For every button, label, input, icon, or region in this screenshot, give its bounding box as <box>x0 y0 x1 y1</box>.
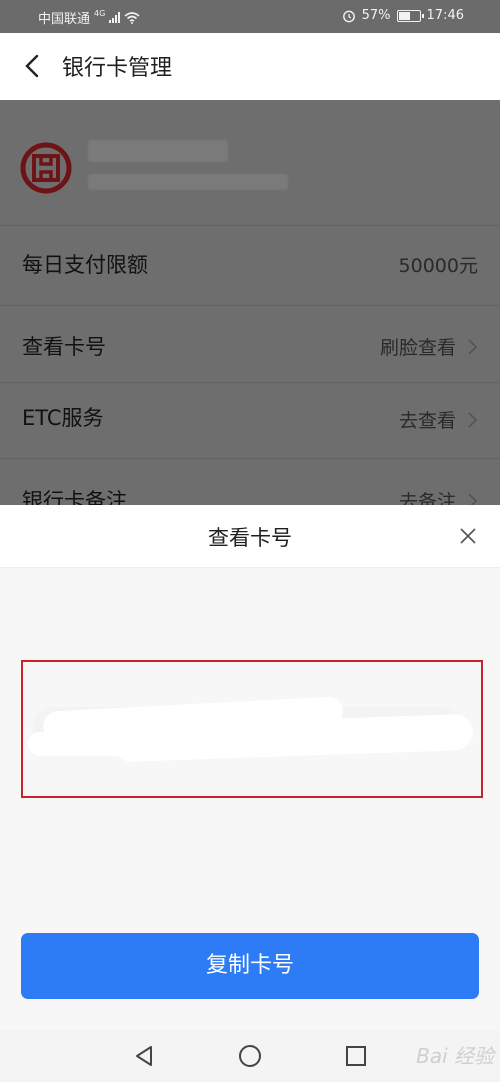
row-view-card-number[interactable]: 查看卡号 刷脸查看 <box>0 310 500 380</box>
face-view-link: 刷脸查看 <box>379 337 456 359</box>
alarm-icon <box>342 10 355 22</box>
copy-card-number-button[interactable]: 复制卡号 <box>21 933 479 999</box>
signal-icon <box>109 12 121 23</box>
chevron-right-icon <box>468 492 478 505</box>
status-bar: 中国联通 4G 57% 17:46 <box>0 0 500 33</box>
row-card-note[interactable]: 银行卡备注 去备注 <box>0 465 500 505</box>
battery-percent: 57% <box>361 8 391 23</box>
page-title: 银行卡管理 <box>62 56 173 81</box>
row-daily-limit: 每日支付限额 50000元 <box>0 228 500 298</box>
battery-icon <box>396 9 424 22</box>
row-value: 刷脸查看 <box>380 333 478 360</box>
note-link: 去备注 <box>398 491 456 505</box>
row-label: 每日支付限额 <box>22 253 148 277</box>
clock: 17:46 <box>426 8 464 23</box>
row-value: 去备注 <box>399 487 478 505</box>
chevron-right-icon <box>468 411 478 428</box>
sheet-title: 查看卡号 <box>208 526 292 550</box>
triangle-back-icon[interactable] <box>132 1044 156 1068</box>
row-etc-service[interactable]: ETC服务 去查看 <box>0 383 500 453</box>
circle-home-icon[interactable] <box>238 1044 262 1068</box>
chevron-right-icon <box>468 338 478 355</box>
daily-limit-value: 50000元 <box>398 255 478 277</box>
system-nav-bar: Bai 经验 <box>0 1030 500 1082</box>
watermark: Bai 经验 <box>416 1044 494 1068</box>
card-detail-content: 每日支付限额 50000元 查看卡号 刷脸查看 ETC服务 去查看 银行卡备注 … <box>0 100 500 505</box>
sheet-header: 查看卡号 <box>0 505 500 568</box>
square-recents-icon[interactable] <box>344 1044 368 1068</box>
row-label: ETC服务 <box>22 406 104 430</box>
card-number-highlight <box>21 660 483 798</box>
wifi-icon <box>124 11 140 24</box>
network-type: 4G <box>94 9 106 18</box>
close-icon[interactable] <box>458 526 478 546</box>
card-number-redacted <box>88 174 288 190</box>
card-name-redacted <box>88 140 228 162</box>
app-header: 银行卡管理 <box>0 33 500 100</box>
carrier-label: 中国联通 <box>38 12 91 27</box>
row-value: 去查看 <box>399 406 478 433</box>
row-label: 查看卡号 <box>22 335 106 359</box>
row-label: 银行卡备注 <box>22 489 127 505</box>
chevron-left-icon[interactable] <box>20 53 46 79</box>
view-card-number-sheet: 查看卡号 复制卡号 <box>0 505 500 1030</box>
row-value: 50000元 <box>399 251 478 278</box>
etc-view-link: 去查看 <box>398 410 456 432</box>
icbc-logo-icon <box>20 142 72 194</box>
